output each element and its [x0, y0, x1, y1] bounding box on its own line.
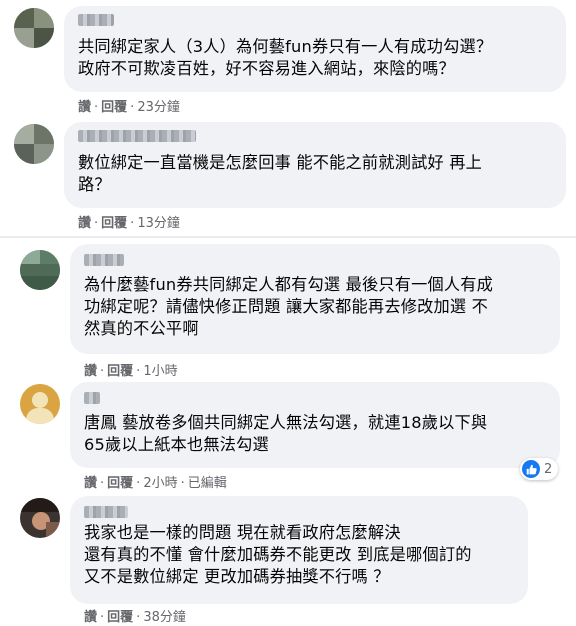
comment-actions: 讚 · 回覆 · 2小時 · 已編輯 — [84, 476, 227, 491]
reply-action[interactable]: 回覆 — [101, 100, 127, 115]
comment-timestamp[interactable]: 13分鐘 — [137, 216, 180, 231]
commenter-name-blurred[interactable] — [84, 254, 124, 266]
commenter-name-blurred[interactable] — [78, 130, 196, 142]
avatar[interactable] — [14, 8, 54, 48]
like-action[interactable]: 讚 — [84, 364, 97, 379]
comment-timestamp[interactable]: 1小時 — [143, 364, 177, 379]
commenter-name-blurred[interactable] — [78, 14, 114, 26]
comment-actions: 讚 · 回覆 · 23分鐘 — [78, 100, 180, 115]
reply-action[interactable]: 回覆 — [101, 216, 127, 231]
avatar[interactable] — [14, 124, 54, 164]
section-divider — [0, 236, 576, 238]
comment-text: 唐鳳 藝放卷多個共同綁定人無法勾選，就連18歲以下與 65歲以上紙本也無法勾選 — [84, 413, 488, 454]
reply-action[interactable]: 回覆 — [107, 610, 133, 625]
comment-actions: 讚 · 回覆 · 1小時 — [84, 364, 178, 379]
reply-action[interactable]: 回覆 — [107, 476, 133, 491]
comment-bubble: 數位綁定一直當機是怎麼回事 能不能之前就測試好 再上 路？ — [64, 122, 566, 208]
like-action[interactable]: 讚 — [78, 216, 91, 231]
reply-action[interactable]: 回覆 — [107, 364, 133, 379]
like-action[interactable]: 讚 — [84, 476, 97, 491]
comment-text: 數位綁定一直當機是怎麼回事 能不能之前就測試好 再上 路？ — [78, 153, 482, 194]
comment-actions: 讚 · 回覆 · 38分鐘 — [84, 610, 186, 625]
comment-bubble: 共同綁定家人（3人）為何藝fun券只有一人有成功勾選？ 政府不可欺凌百姓，好不容… — [64, 6, 566, 92]
comment-bubble: 我家也是一樣的問題 現在就看政府怎麼解決 還有真的不懂 會什麼加碼券不能更改 到… — [70, 496, 528, 604]
like-icon — [522, 460, 540, 478]
comment-text: 共同綁定家人（3人）為何藝fun券只有一人有成功勾選？ 政府不可欺凌百姓，好不容… — [78, 37, 493, 78]
edited-label[interactable]: 已編輯 — [188, 476, 227, 491]
reaction-count: 2 — [544, 461, 553, 477]
comment-bubble: 唐鳳 藝放卷多個共同綁定人無法勾選，就連18歲以下與 65歲以上紙本也無法勾選 — [70, 382, 560, 468]
avatar[interactable] — [20, 250, 60, 290]
commenter-name-blurred[interactable] — [84, 392, 100, 404]
comment-timestamp[interactable]: 23分鐘 — [137, 100, 180, 115]
like-action[interactable]: 讚 — [78, 100, 91, 115]
comment-timestamp[interactable]: 38分鐘 — [143, 610, 186, 625]
comment-text: 我家也是一樣的問題 現在就看政府怎麼解決 還有真的不懂 會什麼加碼券不能更改 到… — [84, 523, 472, 586]
comment-actions: 讚 · 回覆 · 13分鐘 — [78, 216, 180, 231]
comment-text: 為什麼藝fun券共同綁定人都有勾選 最後只有一個人有成 功綁定呢？請儘快修正問題… — [84, 275, 494, 338]
like-action[interactable]: 讚 — [84, 610, 97, 625]
comment-bubble: 為什麼藝fun券共同綁定人都有勾選 最後只有一個人有成 功綁定呢？請儘快修正問題… — [70, 244, 560, 354]
comment-timestamp[interactable]: 2小時 — [143, 476, 177, 491]
reaction-summary[interactable]: 2 — [520, 458, 559, 480]
avatar[interactable] — [20, 384, 60, 424]
avatar[interactable] — [20, 498, 60, 538]
commenter-name-blurred[interactable] — [84, 506, 128, 518]
